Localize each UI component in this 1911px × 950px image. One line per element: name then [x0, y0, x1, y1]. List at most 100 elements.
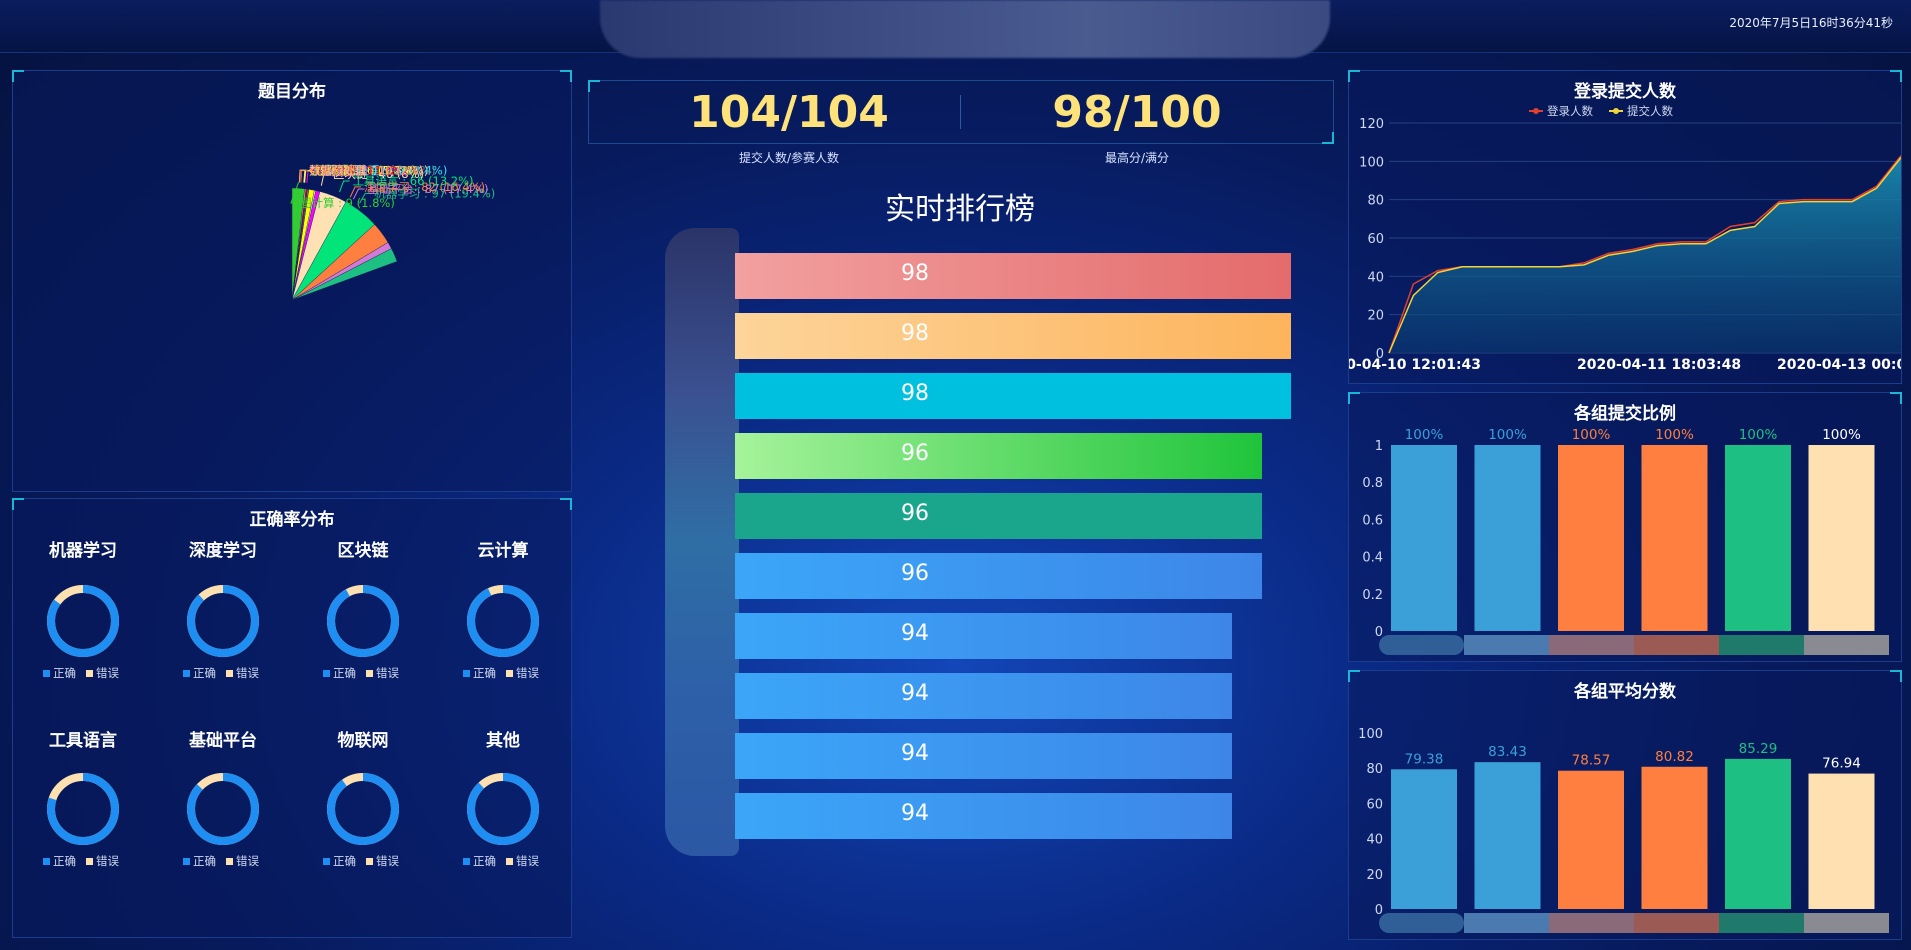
x-label-redacted-2: [1549, 635, 1634, 655]
legend-wrong-4: 错误: [96, 854, 119, 868]
legend-correct-1: 正确: [193, 666, 216, 680]
bar-1: [1474, 445, 1541, 631]
submit-count-value: 104/104: [689, 87, 889, 138]
y-tick-label: 100: [1359, 155, 1384, 170]
bar-4: [1725, 445, 1791, 631]
donut-correct-arc-2: [327, 585, 399, 657]
y-tick-label: 0: [1375, 625, 1383, 640]
legend-wrong-0: 错误: [96, 666, 119, 680]
ranking-score-9: 94: [901, 801, 929, 826]
x-label-redacted-2: [1549, 913, 1634, 933]
header-bar: 2020年7月5日16时36分41秒: [0, 0, 1911, 58]
bar-label-1: 100%: [1488, 427, 1527, 443]
legend-wrong-2: 错误: [376, 666, 399, 680]
submit-ratio-panel: 各组提交比例 0 0.2 0.4 0.6 0.8 1 100% 100% 100% 100% 100…: [1348, 392, 1902, 662]
y-tick-label: 20: [1367, 309, 1384, 324]
pie-label-13: 计算机视觉 : 10 (2%): [309, 163, 423, 177]
bar-0: [1391, 769, 1457, 909]
bar-5: [1808, 773, 1875, 909]
bar-label-0: 79.38: [1405, 751, 1444, 767]
ranking-bar-4: 96: [735, 493, 1262, 539]
ranking-bar-3: 96: [735, 433, 1262, 479]
y-tick-label: 0.8: [1362, 476, 1383, 491]
ranking-bar-8: 94: [735, 733, 1232, 779]
x-label-redacted-1: [1464, 635, 1549, 655]
bar-label-3: 100%: [1655, 427, 1694, 443]
ranking-score-5: 96: [901, 561, 929, 586]
bar-2: [1558, 770, 1624, 909]
bar-1: [1474, 762, 1541, 909]
ranking-score-4: 96: [901, 501, 929, 526]
donut-title-0: 机器学习: [49, 540, 117, 561]
legend-swatch-correct-0: [43, 670, 50, 677]
y-tick-label: 60: [1367, 232, 1384, 247]
max-score-value: 98/100: [1052, 87, 1222, 138]
donut-title-2: 区块链: [338, 540, 390, 561]
bar-label-4: 100%: [1739, 427, 1778, 443]
ranking-bar-1: 98: [735, 313, 1291, 359]
ranking-title: 实时排行榜: [885, 192, 1035, 227]
legend-correct-0: 正确: [53, 666, 76, 680]
y-tick-label: 40: [1366, 833, 1383, 848]
legend-swatch-wrong-3: [506, 670, 513, 677]
pie-chart: 机器学习 : 97 (19.4%)基础平台 : 87 (17.4%)深度学习 :…: [290, 163, 495, 301]
y-tick-label: 40: [1367, 270, 1384, 285]
legend-swatch-correct-7: [463, 858, 470, 865]
legend-swatch-correct-3: [463, 670, 470, 677]
y-tick-label: 0.4: [1362, 551, 1383, 566]
bar-label-2: 100%: [1572, 427, 1611, 443]
login-submit-line-chart: 020406080100120登录人数提交人数2020-04-10 12:01:…: [1349, 104, 1901, 373]
legend-correct-5: 正确: [193, 854, 216, 868]
x-tick-label-1: 2020-04-11 18:03:48: [1577, 357, 1741, 373]
legend-swatch-correct-6: [323, 858, 330, 865]
x-label-redacted-5: [1804, 635, 1889, 655]
legend-swatch-correct-1: [183, 670, 190, 677]
y-tick-label: 0.6: [1362, 513, 1383, 528]
y-tick-label: 0.2: [1362, 588, 1383, 603]
bar-2: [1558, 445, 1624, 631]
legend-correct-6: 正确: [333, 854, 356, 868]
legend-wrong-3: 错误: [516, 666, 539, 680]
bar-label-1: 83.43: [1488, 744, 1527, 760]
pie-leader-line-3: [339, 180, 350, 193]
accuracy-panel: 正确率分布 机器学习 正确 错误 深度学习 正确 错误 区块链 正确 错误 云计算 正确 错误 工具语言…: [12, 498, 572, 938]
legend-swatch-wrong-4: [86, 858, 93, 865]
legend-swatch-wrong-1: [226, 670, 233, 677]
ranking-bar-9: 94: [735, 793, 1232, 839]
legend-swatch-correct-5: [183, 858, 190, 865]
donut-correct-arc-6: [327, 773, 399, 845]
submit-count-label: 提交人数/参赛人数: [738, 151, 840, 165]
bar-3: [1641, 445, 1708, 631]
legend-swatch-correct-4: [43, 858, 50, 865]
legend-correct-3: 正确: [473, 666, 496, 680]
bar-label-4: 85.29: [1739, 741, 1778, 757]
donut-title-1: 深度学习: [189, 540, 257, 561]
x-tick-label-2: 2020-04-13 00:05:53: [1777, 357, 1901, 373]
bar-label-2: 78.57: [1572, 753, 1611, 769]
ranking-score-6: 94: [901, 621, 929, 646]
bar-4: [1725, 758, 1791, 909]
submit-ratio-bar-chart: 0 0.2 0.4 0.6 0.8 1 100% 100% 100% 100% 100% 100%: [1362, 427, 1889, 655]
bar-label-5: 76.94: [1822, 756, 1861, 772]
bar-5: [1808, 445, 1875, 631]
legend-correct-4: 正确: [53, 854, 76, 868]
donut-title-5: 基础平台: [188, 730, 257, 751]
ranking-bar-5: 96: [735, 553, 1262, 599]
x-label-redacted-3: [1634, 913, 1719, 933]
login-submit-panel: 登录提交人数 020406080100120登录人数提交人数2020-04-10…: [1348, 70, 1902, 384]
y-tick-label: 80: [1366, 762, 1383, 777]
legend-label-1: 提交人数: [1627, 104, 1673, 118]
bar-3: [1641, 766, 1708, 909]
donut-title-6: 物联网: [338, 730, 389, 751]
ranking-score-3: 96: [901, 441, 929, 466]
bar-label-3: 80.82: [1655, 749, 1694, 765]
legend-swatch-wrong-0: [86, 670, 93, 677]
legend-wrong-6: 错误: [376, 854, 399, 868]
ranking-bar-0: 98: [735, 253, 1291, 299]
x-label-redacted-0: [1379, 635, 1464, 655]
ranking-bar-7: 94: [735, 673, 1232, 719]
header-title-redacted: [600, 0, 1330, 58]
avg-score-bar-chart: 0 20 40 60 80 100 79.38 83.43 78.57 80.82 85.29 76.…: [1358, 727, 1889, 933]
donut-title-4: 工具语言: [49, 730, 117, 751]
legend-label-0: 登录人数: [1547, 104, 1593, 118]
